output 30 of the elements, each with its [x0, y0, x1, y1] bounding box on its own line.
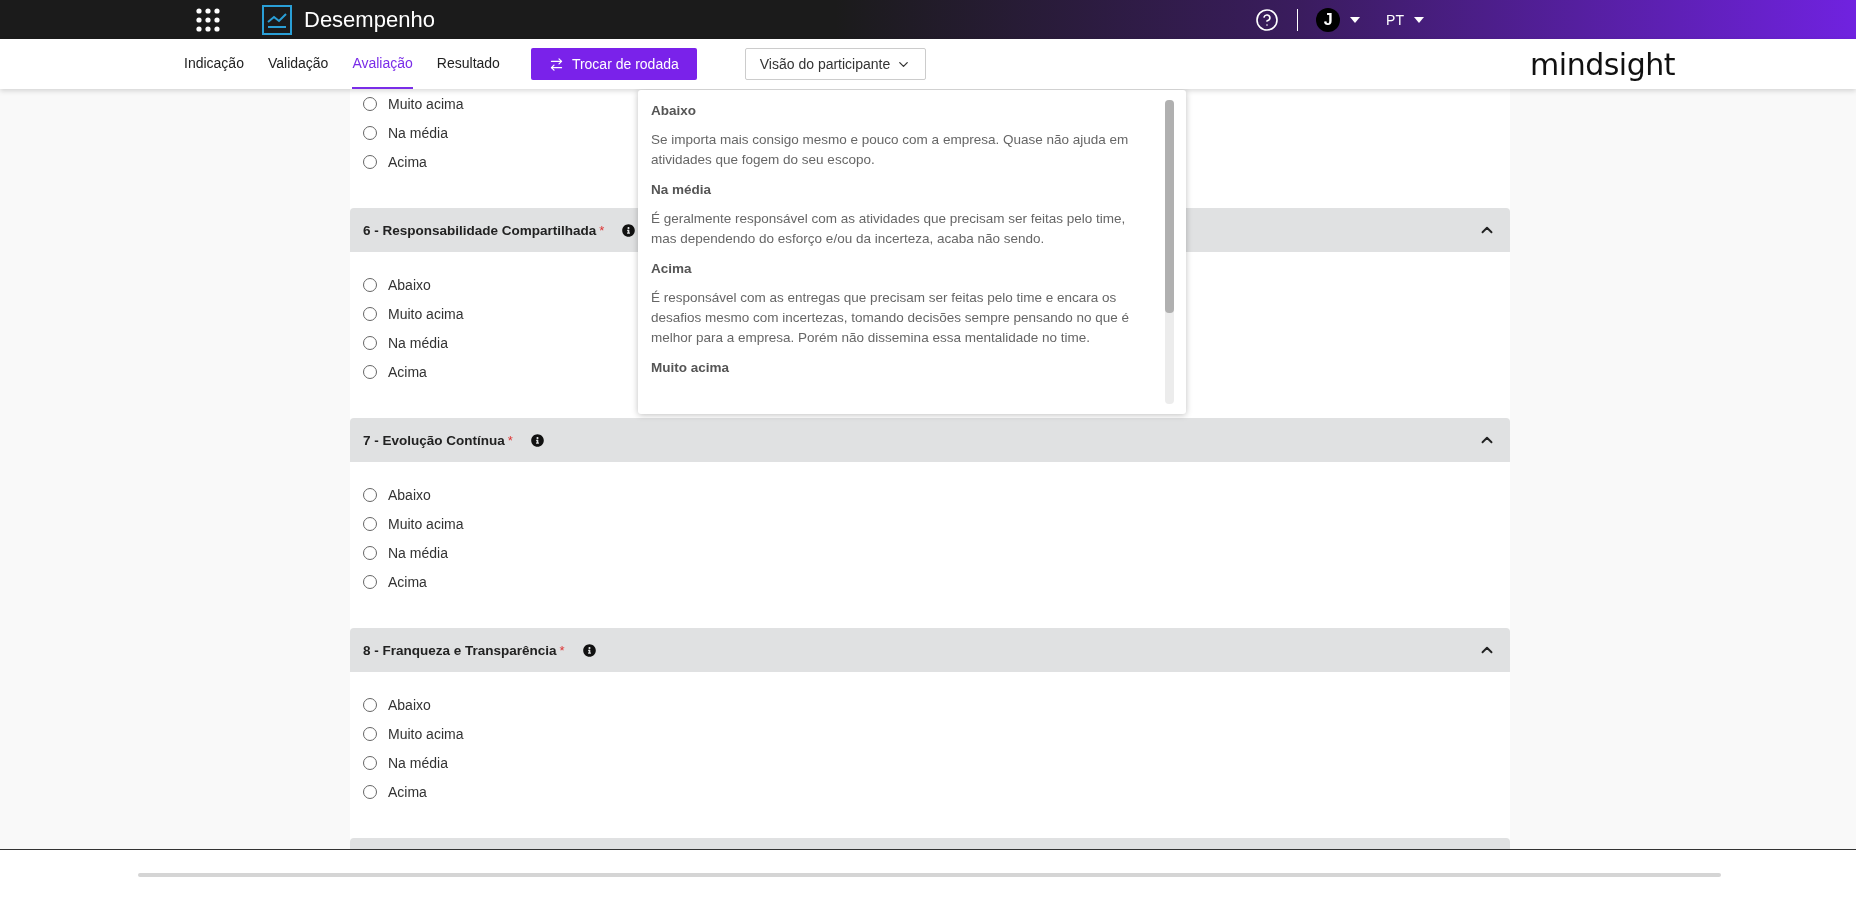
section-title: 7 - Evolução Contínua [363, 432, 505, 448]
option-label: Abaixo [388, 696, 431, 713]
option-label: Muito acima [388, 95, 464, 112]
option-label: Acima [388, 573, 427, 590]
option-label: Acima [388, 153, 427, 170]
required-mark: * [507, 432, 513, 448]
option-label: Na média [388, 544, 448, 561]
tooltip-heading: Na média [651, 182, 713, 197]
tooltip-text: Se importa mais consigo mesmo e pouco com a empresa. Quase não ajuda em atividades que fogem do seu escopo. [651, 131, 1130, 169]
tooltip-text: É responsável com as entregas que precisam ser feitas pelo time e encara os desafios mesmo com incertezas, tomando decisões sempre pensando no que é melhor para a empresa. Porém não dissemina essa mentalidade no time. [651, 289, 1131, 347]
option-label: Na média [388, 754, 448, 771]
brand-logo: mindsight [1530, 46, 1675, 82]
section-title: 6 - Responsabilidade Compartilhada [363, 222, 597, 238]
option-label: Acima [388, 363, 427, 380]
tooltip-text: É geralmente responsável com as atividades que precisam ser feitas pelo time, mas dependendo do esforço e/ou da incerteza, acaba não sendo. [651, 210, 1127, 248]
required-mark: * [559, 642, 565, 658]
section-title: 8 - Franqueza e Transparência [363, 642, 557, 658]
option-label: Muito acima [388, 305, 464, 322]
tooltip-heading: Abaixo [651, 103, 697, 118]
option-label: Acima [388, 783, 427, 800]
option-label: Na média [388, 124, 448, 141]
option-label: Muito acima [388, 515, 464, 532]
required-mark: * [599, 222, 605, 238]
option-label: Muito acima [388, 725, 464, 742]
app-title: Desempenho [304, 6, 435, 33]
option-label: Na média [388, 334, 448, 351]
option-label: Abaixo [388, 276, 431, 293]
tooltip-heading: Acima [651, 261, 693, 276]
tooltip-heading: Muito acima [651, 360, 730, 375]
option-label: Abaixo [388, 486, 431, 503]
